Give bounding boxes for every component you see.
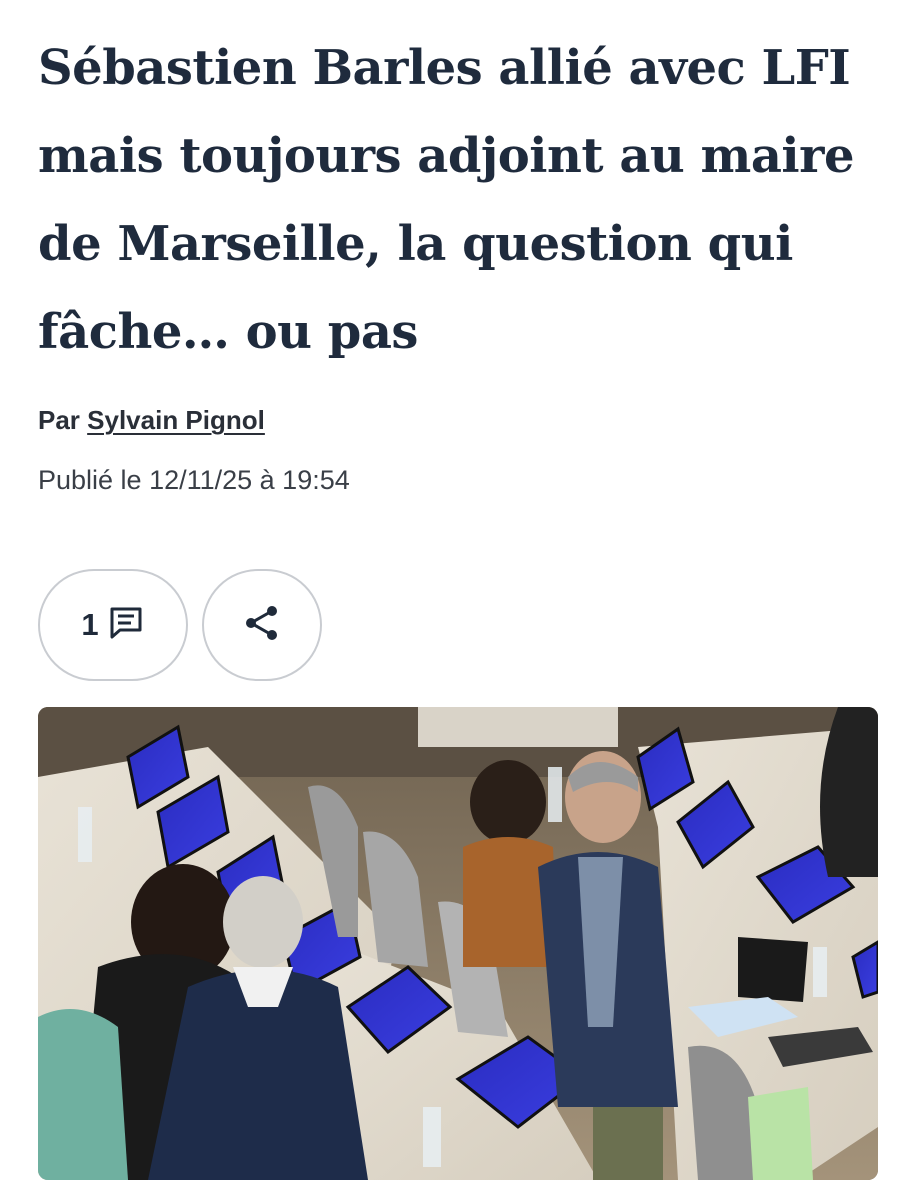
byline: Par Sylvain Pignol xyxy=(38,405,265,436)
article-photo xyxy=(38,707,878,1180)
share-button[interactable] xyxy=(202,569,322,681)
byline-prefix: Par xyxy=(38,405,80,435)
comments-button[interactable]: 1 xyxy=(38,569,188,681)
article-title: Sébastien Barles allié avec LFI mais tou… xyxy=(38,40,854,360)
comment-icon xyxy=(107,604,145,647)
share-icon xyxy=(242,603,282,648)
comment-count: 1 xyxy=(81,607,99,642)
author-link[interactable]: Sylvain Pignol xyxy=(87,405,265,435)
publish-date: Publié le 12/11/25 à 19:54 xyxy=(38,465,350,495)
